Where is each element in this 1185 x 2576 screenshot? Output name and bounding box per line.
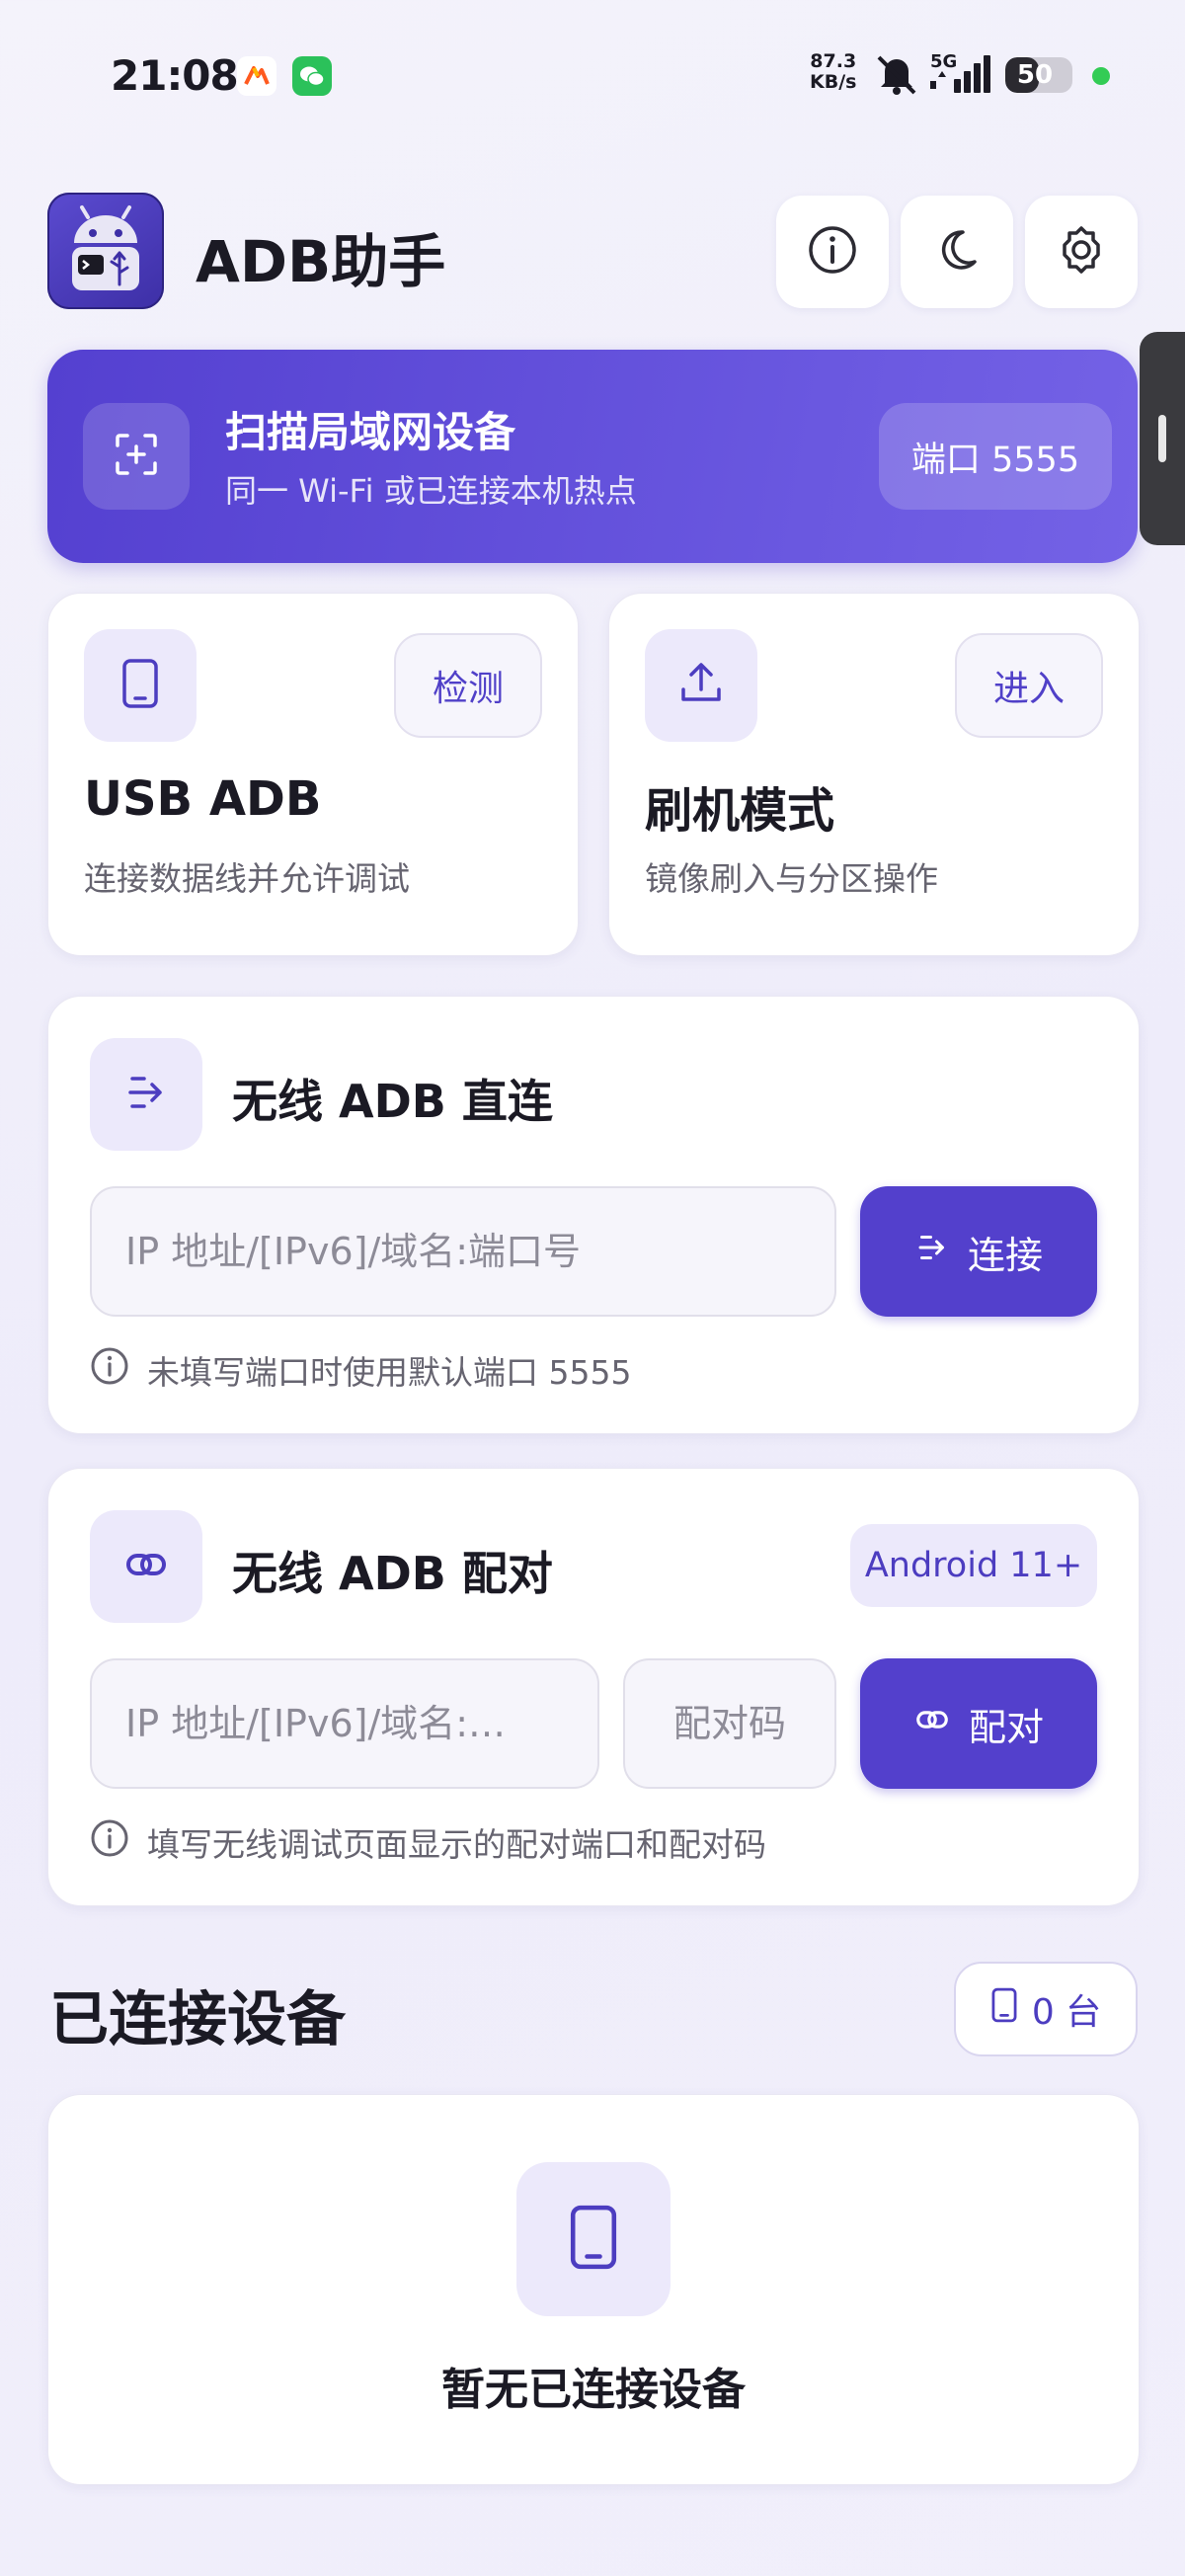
network-type: 5G (930, 51, 958, 72)
link-icon (122, 1541, 170, 1592)
pair-button-label: 配对 (968, 1705, 1044, 1749)
usb-adb-title: USB ADB (84, 771, 322, 827)
battery-percent: 50 (1016, 60, 1054, 90)
flash-mode-title: 刷机模式 (645, 783, 835, 839)
about-button[interactable] (776, 196, 889, 308)
empty-device-tile (516, 2162, 671, 2316)
device-count-chip: 0 台 (954, 1962, 1138, 2056)
signal-5g-icon: 5G (930, 51, 995, 101)
usb-adb-subtitle: 连接数据线并允许调试 (84, 859, 410, 898)
usb-adb-card[interactable]: 检测 USB ADB 连接数据线并允许调试 (47, 593, 579, 956)
usb-icon-tile (84, 629, 197, 742)
link-icon (913, 1701, 951, 1747)
connect-hint: 未填写端口时使用默认端口 5555 (90, 1346, 631, 1394)
empty-devices-text: 暂无已连接设备 (441, 2365, 746, 2415)
upload-icon (677, 660, 725, 711)
device-count: 0 台 (1031, 1992, 1102, 2033)
battery-indicator: 50 (1005, 57, 1072, 93)
scan-icon (114, 432, 159, 481)
app-title: ADB助手 (196, 228, 446, 295)
port-chip[interactable]: 端口 5555 (879, 403, 1112, 510)
flash-enter-button[interactable]: 进入 (955, 633, 1103, 738)
usb-detect-button[interactable]: 检测 (394, 633, 542, 738)
mute-icon (873, 51, 920, 101)
pair-hint: 填写无线调试页面显示的配对端口和配对码 (90, 1818, 766, 1866)
connect-icon-tile (90, 1038, 202, 1151)
charging-dot (1092, 67, 1110, 85)
wireless-connect-title: 无线 ADB 直连 (232, 1075, 553, 1128)
dark-mode-button[interactable] (901, 196, 1013, 308)
phone-icon (120, 658, 160, 713)
phone-icon (990, 1987, 1018, 2032)
notification-app-icon (237, 56, 276, 96)
moon-icon (933, 226, 981, 278)
connected-devices-title: 已连接设备 (49, 1985, 346, 2054)
phone-icon (568, 2204, 619, 2275)
settings-button[interactable] (1025, 196, 1138, 308)
flash-mode-card[interactable]: 进入 刷机模式 镜像刷入与分区操作 (608, 593, 1140, 956)
info-icon (807, 224, 858, 280)
connect-address-input[interactable] (90, 1186, 836, 1317)
connect-hint-text: 未填写端口时使用默认端口 5555 (147, 1353, 632, 1392)
net-speed-unit: KB/s (810, 71, 857, 93)
login-arrow-icon (122, 1069, 170, 1120)
info-icon (90, 1346, 129, 1394)
side-drawer-handle[interactable] (1140, 332, 1185, 545)
wireless-connect-card: 无线 ADB 直连 连接 未填写端口时使用默认端口 5555 (47, 996, 1140, 1434)
scan-title: 扫描局域网设备 (225, 408, 516, 456)
connect-button[interactable]: 连接 (860, 1186, 1097, 1317)
login-arrow-icon (914, 1230, 950, 1274)
flash-icon-tile (645, 629, 757, 742)
net-speed-value: 87.3 (810, 50, 857, 72)
pair-icon-tile (90, 1510, 202, 1623)
wireless-pair-title: 无线 ADB 配对 (232, 1547, 553, 1600)
scan-subtitle: 同一 Wi-Fi 或已连接本机热点 (225, 472, 637, 510)
pair-address-input[interactable] (90, 1658, 599, 1789)
android-version-badge: Android 11+ (850, 1524, 1097, 1607)
flash-mode-subtitle: 镜像刷入与分区操作 (645, 859, 938, 898)
gear-icon (1056, 224, 1107, 280)
app-logo (47, 193, 164, 309)
pair-hint-text: 填写无线调试页面显示的配对端口和配对码 (147, 1825, 766, 1864)
pair-button[interactable]: 配对 (860, 1658, 1097, 1789)
scan-icon-box (83, 403, 190, 510)
wireless-pair-card: 无线 ADB 配对 Android 11+ 配对 填写无线调试页面显示的配对端口… (47, 1468, 1140, 1906)
devices-empty-card: 暂无已连接设备 (47, 2094, 1140, 2485)
wechat-icon (292, 56, 332, 96)
net-speed: 87.3 KB/s (810, 51, 856, 93)
scan-lan-card[interactable]: 扫描局域网设备 同一 Wi-Fi 或已连接本机热点 端口 5555 (47, 350, 1138, 563)
status-time: 21:08 (111, 51, 239, 100)
pair-code-input[interactable] (623, 1658, 836, 1789)
info-icon (90, 1818, 129, 1866)
connect-button-label: 连接 (967, 1233, 1043, 1277)
